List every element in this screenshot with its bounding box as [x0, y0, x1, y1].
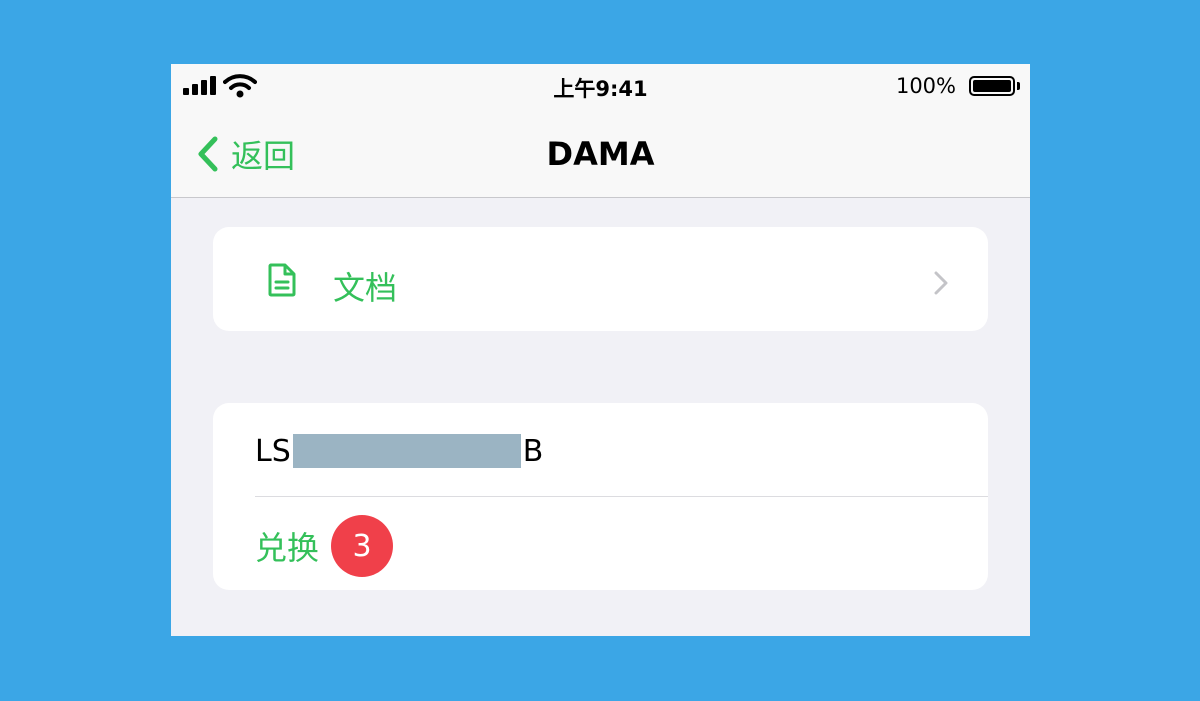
- step-badge: 3: [331, 515, 394, 577]
- documents-row[interactable]: 文档: [213, 227, 988, 331]
- redaction-block: [292, 434, 521, 468]
- page-title: DAMA: [546, 135, 655, 173]
- phone-screen: 上午9:41 100% 返回 DAMA 文档 LS B 兑换 3: [171, 64, 1030, 636]
- code-suffix: B: [522, 433, 544, 469]
- code-prefix: LS: [255, 433, 291, 469]
- documents-label: 文档: [333, 269, 398, 307]
- navigation-bar: 返回 DAMA: [171, 109, 1030, 198]
- status-bar: 上午9:41 100%: [171, 64, 1030, 109]
- battery-percent: 100%: [895, 74, 956, 98]
- redeem-card: LS B 兑换 3: [213, 403, 988, 590]
- row-divider: [255, 496, 988, 497]
- battery-tip: [1017, 82, 1020, 90]
- redeem-code: LS B: [255, 431, 543, 471]
- chevron-right-icon: [934, 271, 948, 295]
- battery-icon: [969, 76, 1015, 96]
- redeem-label: 兑换: [255, 529, 320, 567]
- document-icon: [268, 263, 296, 297]
- documents-card: 文档: [213, 227, 988, 331]
- redeem-button[interactable]: 兑换 3: [255, 515, 394, 577]
